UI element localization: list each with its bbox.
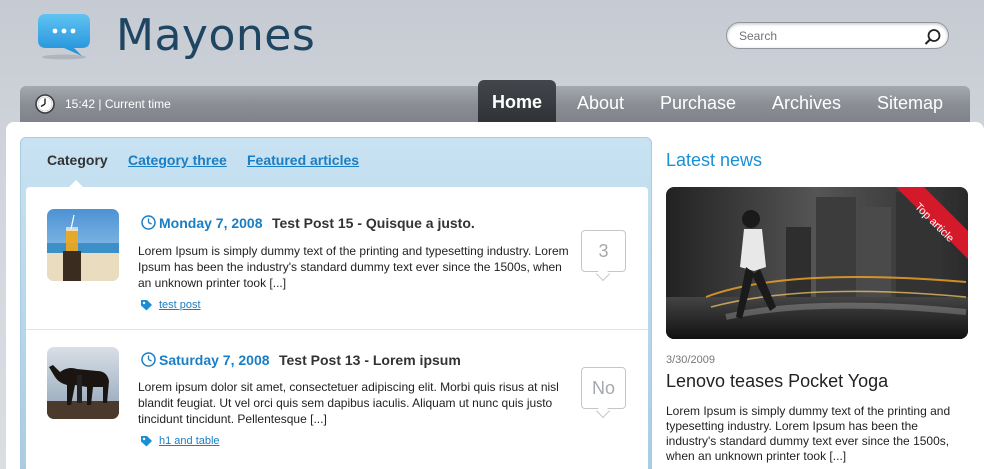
news-excerpt: Lorem Ipsum is simply dummy text of the … [666,404,951,463]
post-excerpt: Lorem ipsum dolor sit amet, consectetuer… [138,380,559,426]
comment-count[interactable]: 3 [581,230,626,272]
post-date: Saturday 7, 2008 [159,352,270,368]
post-title[interactable]: Test Post 15 - Quisque a justo. [272,215,475,231]
tag-icon [141,300,152,311]
nav-home[interactable]: Home [478,80,556,126]
current-time: 15:42 | Current time [65,97,171,111]
search-box[interactable] [726,22,949,49]
post-date: Monday 7, 2008 [159,215,263,231]
news-title[interactable]: Lenovo teases Pocket Yoga [666,371,888,392]
nav-purchase[interactable]: Purchase [660,86,736,122]
news-date: 3/30/2009 [666,354,715,366]
tab-category-three[interactable]: Category three [128,152,227,168]
beach-drink-image [47,209,119,281]
site-name[interactable]: Mayones [116,10,315,61]
horse-silhouette-image [47,347,119,419]
featured-news-image[interactable]: Top article [666,187,968,339]
post-tag-link[interactable]: test post [159,299,201,311]
tab-featured-articles[interactable]: Featured articles [247,152,359,168]
clock-icon [35,94,55,114]
post-thumbnail-horse[interactable] [47,347,119,419]
post-tag-link[interactable]: h1 and table [159,435,220,447]
search-icon[interactable] [924,28,942,46]
post-item: Monday 7, 2008 Test Post 15 - Quisque a … [26,188,648,330]
nav-archives[interactable]: Archives [772,86,841,122]
post-item: Saturday 7, 2008 Test Post 13 - Lorem ip… [26,330,648,469]
post-title[interactable]: Test Post 13 - Lorem ipsum [279,352,461,368]
latest-news-heading: Latest news [666,150,763,170]
calendar-clock-icon [141,352,156,367]
nav-about[interactable]: About [577,86,624,122]
post-thumbnail-beach[interactable] [47,209,119,281]
top-article-ribbon: Top article [896,187,968,259]
nav-sitemap[interactable]: Sitemap [877,86,943,122]
search-input[interactable] [739,27,919,45]
speech-bubble-logo-icon [38,14,90,60]
tag-icon [141,436,152,447]
tab-category[interactable]: Category [47,152,108,168]
calendar-clock-icon [141,215,156,230]
comment-count[interactable]: No [581,367,626,409]
post-excerpt: Lorem Ipsum is simply dummy text of the … [138,244,569,290]
